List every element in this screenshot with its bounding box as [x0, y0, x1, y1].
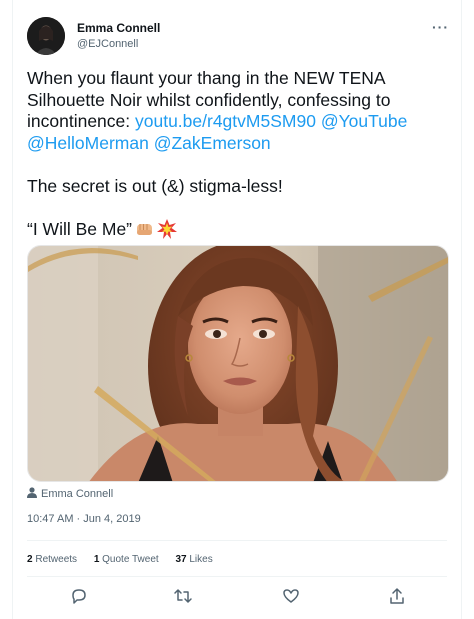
quote-text: “I Will Be Me” [27, 218, 132, 239]
tweet-card: Emma Connell @EJConnell ··· When you fla… [12, 0, 462, 619]
collision-icon [157, 218, 177, 239]
quote-tweets-stat[interactable]: 1 Quote Tweet [94, 554, 159, 565]
quotes-count: 1 [93, 554, 100, 565]
mention-zakemerson[interactable]: @ZakEmerson [154, 133, 271, 153]
share-icon[interactable] [387, 586, 407, 606]
avatar[interactable] [27, 17, 65, 55]
person-icon [27, 487, 37, 498]
tweet-line: @HelloMerman @ZakEmerson [27, 133, 447, 155]
likes-count: 37 [175, 554, 187, 565]
likes-label: Likes [189, 554, 213, 565]
reply-icon[interactable] [69, 586, 89, 606]
divider [27, 540, 447, 541]
tweet-media-photo[interactable] [27, 245, 449, 482]
retweets-count: 2 [27, 554, 33, 565]
fist-bump-icon [136, 221, 154, 237]
tweet-text: When you flaunt your thang in the NEW TE… [27, 68, 447, 240]
more-icon[interactable]: ··· [432, 19, 449, 35]
tweet-line: The secret is out (&) stigma-less! [27, 175, 283, 196]
retweet-icon[interactable] [173, 586, 193, 606]
tweet-text-segment: incontinence: [27, 111, 135, 131]
tweet-actions [27, 586, 447, 610]
heart-icon[interactable] [281, 586, 301, 606]
tweet-line: “I Will Be Me” [27, 218, 447, 241]
divider [27, 576, 447, 577]
retweets-stat[interactable]: 2 Retweets [27, 554, 77, 565]
mention-youtube[interactable]: @YouTube [321, 111, 408, 131]
quotes-label: Quote Tweet [102, 554, 159, 565]
author-name[interactable]: Emma Connell [77, 21, 160, 35]
tweet-stats: 2 Retweets 1 Quote Tweet 37 Likes [27, 554, 227, 565]
author-handle[interactable]: @EJConnell [77, 38, 138, 50]
tweet-header: Emma Connell @EJConnell ··· [27, 17, 449, 57]
retweets-label: Retweets [35, 554, 78, 565]
likes-stat[interactable]: 37 Likes [175, 554, 212, 565]
media-credit-name: Emma Connell [41, 488, 114, 500]
tweet-line: Silhouette Noir whilst confidently, conf… [27, 89, 391, 110]
mention-hellomerman[interactable]: @HelloMerman [27, 133, 149, 153]
tweet-timestamp[interactable]: 10:47 AM · Jun 4, 2019 [27, 513, 141, 525]
youtube-link[interactable]: youtu.be/r4gtvM5SM90 [135, 111, 316, 131]
tweet-line: incontinence: youtu.be/r4gtvM5SM90 @YouT… [27, 111, 447, 133]
tweet-line: When you flaunt your thang in the NEW TE… [27, 68, 386, 88]
media-credit[interactable]: Emma Connell [27, 487, 113, 501]
